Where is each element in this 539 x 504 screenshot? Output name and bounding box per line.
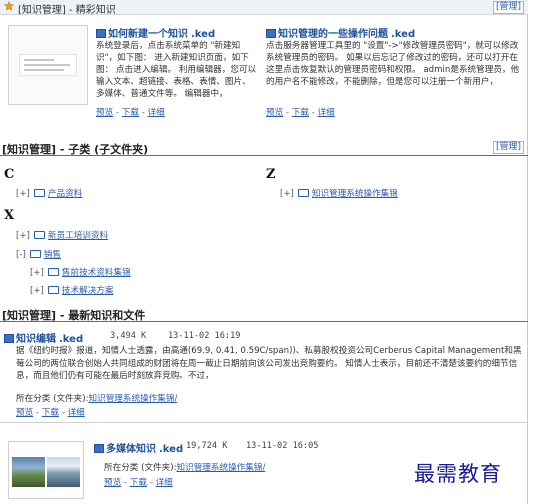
media-thumbnail[interactable] <box>8 441 84 499</box>
file-size: 19,724 K <box>186 441 228 451</box>
latest-item-actions: 预览 - 下载 - 详细 <box>104 478 173 488</box>
subcategory-header: [知识管理] - 子类 (子文件夹) [管理] <box>0 140 528 156</box>
document-thumbnail[interactable] <box>8 25 88 105</box>
folder-icon <box>297 189 309 197</box>
folder-icon <box>33 231 45 239</box>
featured-item-actions: 预览 - 下载 - 详细 <box>96 108 165 118</box>
category-prefix: 所在分类 (文件夹): <box>16 394 89 404</box>
waterfall-photo <box>47 457 80 487</box>
latest-title: [知识管理] - 最新知识和文件 <box>2 309 146 322</box>
preview-link[interactable]: 预览 <box>16 408 33 418</box>
divider <box>0 422 528 423</box>
tree-node[interactable]: [+] 产品资料 <box>16 187 82 199</box>
letter-heading: C <box>4 167 15 182</box>
folder-icon <box>29 250 41 258</box>
latest-header: [知识管理] - 最新知识和文件 <box>0 306 528 322</box>
category-line: 所在分类 (文件夹):知识管理系统操作集锦/ <box>16 392 177 404</box>
star-icon <box>4 1 14 11</box>
file-date: 13-11-02 16:19 <box>168 331 241 341</box>
tree-node-label[interactable]: 知识管理系统操作集锦 <box>312 189 398 199</box>
landscape-photo <box>12 457 45 487</box>
detail-link[interactable]: 详细 <box>148 108 165 118</box>
download-link[interactable]: 下载 <box>130 478 147 488</box>
featured-item-description: 点击服务器管理工具里的 "设置"->"修改管理员密码"，就可以修改系统管理员的密… <box>266 41 520 87</box>
download-link[interactable]: 下载 <box>122 108 139 118</box>
expand-toggle[interactable]: [+] <box>30 286 44 296</box>
latest-item-excerpt: 据《纽约时报》报道，知情人士透露，由高通(69.9, 0.41, 0.59C/s… <box>16 346 522 381</box>
featured-item-actions: 预览 - 下载 - 详细 <box>266 108 335 118</box>
subcategory-manage-link[interactable]: [管理] <box>492 141 524 154</box>
category-line: 所在分类 (文件夹):知识管理系统操作集锦/ <box>104 461 265 473</box>
featured-item-title[interactable]: 如何新建一个知识 .ked <box>96 25 215 40</box>
latest-item-actions: 预览 - 下载 - 详细 <box>16 408 85 418</box>
preview-link[interactable]: 预览 <box>266 108 283 118</box>
folder-icon <box>33 189 45 197</box>
folder-icon <box>47 286 59 294</box>
preview-link[interactable]: 预览 <box>96 108 113 118</box>
letter-heading: X <box>4 208 15 223</box>
file-date: 13-11-02 16:05 <box>246 441 319 451</box>
download-link[interactable]: 下载 <box>292 108 309 118</box>
category-link[interactable]: 知识管理系统操作集锦/ <box>177 463 266 473</box>
detail-link[interactable]: 详细 <box>318 108 335 118</box>
tree-node-label[interactable]: 新员工培训资料 <box>48 231 108 241</box>
tree-node[interactable]: [+] 新员工培训资料 <box>16 229 108 241</box>
file-icon <box>96 29 106 38</box>
tree-node-label[interactable]: 售前技术资料集锦 <box>62 268 131 278</box>
featured-title: [知识管理] - 精彩知识 <box>18 5 116 16</box>
tree-node[interactable]: [+] 知识管理系统操作集锦 <box>280 187 398 199</box>
document-preview-image <box>19 54 77 76</box>
detail-link[interactable]: 详细 <box>68 408 85 418</box>
letter-heading: Z <box>266 167 276 182</box>
tree-node-label[interactable]: 产品资料 <box>48 189 82 199</box>
latest-item-title[interactable]: 多媒体知识 .ked <box>94 440 183 455</box>
tree-node-label[interactable]: 技术解决方案 <box>62 286 114 296</box>
collapse-toggle[interactable]: [-] <box>16 250 26 260</box>
expand-toggle[interactable]: [+] <box>30 268 44 278</box>
tree-node[interactable]: [-] 销售 <box>16 248 61 260</box>
featured-item-title[interactable]: 知识管理的一些操作问题 .ked <box>266 25 415 40</box>
featured-header: [知识管理] - 精彩知识 [管理] <box>0 0 528 16</box>
detail-link[interactable]: 详细 <box>156 478 173 488</box>
tree-node[interactable]: [+] 售前技术资料集锦 <box>30 266 131 278</box>
subcategory-title: [知识管理] - 子类 (子文件夹) <box>2 143 149 156</box>
category-prefix: 所在分类 (文件夹): <box>104 463 177 473</box>
knowledge-panel: [知识管理] - 精彩知识 [管理] 如何新建一个知识 .ked 系统登录后，点击… <box>0 0 528 504</box>
folder-icon <box>47 268 59 276</box>
preview-link[interactable]: 预览 <box>104 478 121 488</box>
expand-toggle[interactable]: [+] <box>16 189 30 199</box>
expand-toggle[interactable]: [+] <box>16 231 30 241</box>
category-link[interactable]: 知识管理系统操作集锦/ <box>89 394 178 404</box>
latest-item-title[interactable]: 知识编辑 .ked <box>4 330 83 345</box>
file-size: 3,494 K <box>110 331 147 341</box>
expand-toggle[interactable]: [+] <box>280 189 294 199</box>
tree-node-label[interactable]: 销售 <box>44 250 61 260</box>
featured-item-description: 系统登录后，点击系统菜单的 "新建知识"，如下图： 进入新建知识页面，如下图： … <box>96 41 257 99</box>
watermark: 最需教育 <box>414 462 502 486</box>
tree-node[interactable]: [+] 技术解决方案 <box>30 284 113 296</box>
featured-manage-link[interactable]: [管理] <box>492 1 524 14</box>
file-icon <box>94 444 104 453</box>
file-icon <box>4 334 14 343</box>
download-link[interactable]: 下载 <box>42 408 59 418</box>
file-icon <box>266 29 276 38</box>
